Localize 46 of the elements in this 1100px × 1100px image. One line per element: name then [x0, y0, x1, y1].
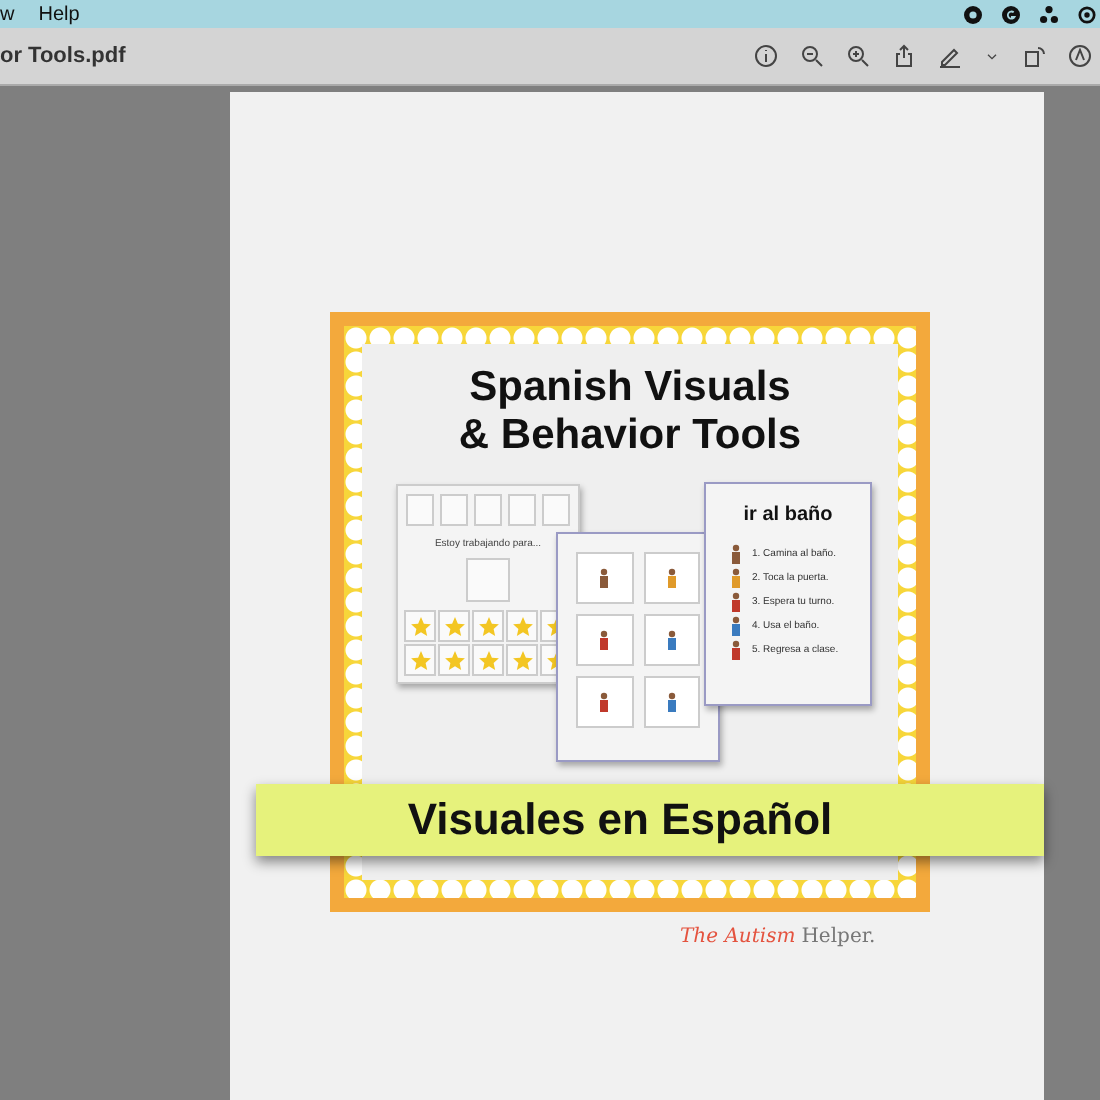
person-icon: [665, 692, 678, 712]
empty-square: [508, 494, 536, 526]
markup-icon[interactable]: [1068, 44, 1092, 68]
record-icon[interactable]: [964, 5, 982, 23]
pen-icon[interactable]: [938, 44, 962, 68]
share-icon[interactable]: [892, 44, 916, 68]
star-icon: [409, 649, 431, 671]
person-icon: [598, 692, 611, 712]
logo-text: Helper.: [801, 926, 876, 948]
person-icon: [730, 592, 742, 612]
star-icon: [477, 615, 499, 637]
menu-item[interactable]: w: [0, 3, 15, 25]
poster-title: Spanish Visuals: [469, 364, 791, 412]
star-icon: [511, 649, 533, 671]
zoom-out-icon[interactable]: [800, 44, 824, 68]
dots-icon[interactable]: [1040, 5, 1058, 23]
grammar-icon[interactable]: [1002, 5, 1020, 23]
star-icon: [443, 615, 465, 637]
chevron-down-icon[interactable]: [984, 48, 1000, 64]
person-icon: [730, 544, 742, 564]
person-icon: [730, 616, 742, 636]
star-icon: [409, 615, 431, 637]
empty-square: [406, 494, 434, 526]
person-icon: [598, 568, 611, 588]
info-icon[interactable]: [754, 44, 778, 68]
star-icon: [443, 649, 465, 671]
person-icon: [730, 568, 742, 588]
empty-square: [542, 494, 570, 526]
person-icon: [730, 640, 742, 660]
poster-title: & Behavior Tools: [458, 412, 802, 460]
person-icon: [598, 630, 611, 650]
banner: Visuales en Español: [256, 784, 1044, 856]
star-icon: [511, 615, 533, 637]
spiral-icon[interactable]: [1078, 5, 1096, 23]
empty-square: [466, 558, 510, 602]
menu-item[interactable]: Help: [38, 3, 80, 25]
sheet-title: ir al baño: [741, 504, 835, 526]
person-icon: [665, 568, 678, 588]
empty-square: [440, 494, 468, 526]
rotate-icon[interactable]: [1022, 44, 1046, 68]
person-icon: [665, 630, 678, 650]
empty-square: [474, 494, 502, 526]
window-title: or Tools.pdf: [0, 44, 126, 68]
logo-text: The Autism: [680, 926, 796, 948]
zoom-in-icon[interactable]: [846, 44, 870, 68]
star-icon: [477, 649, 499, 671]
